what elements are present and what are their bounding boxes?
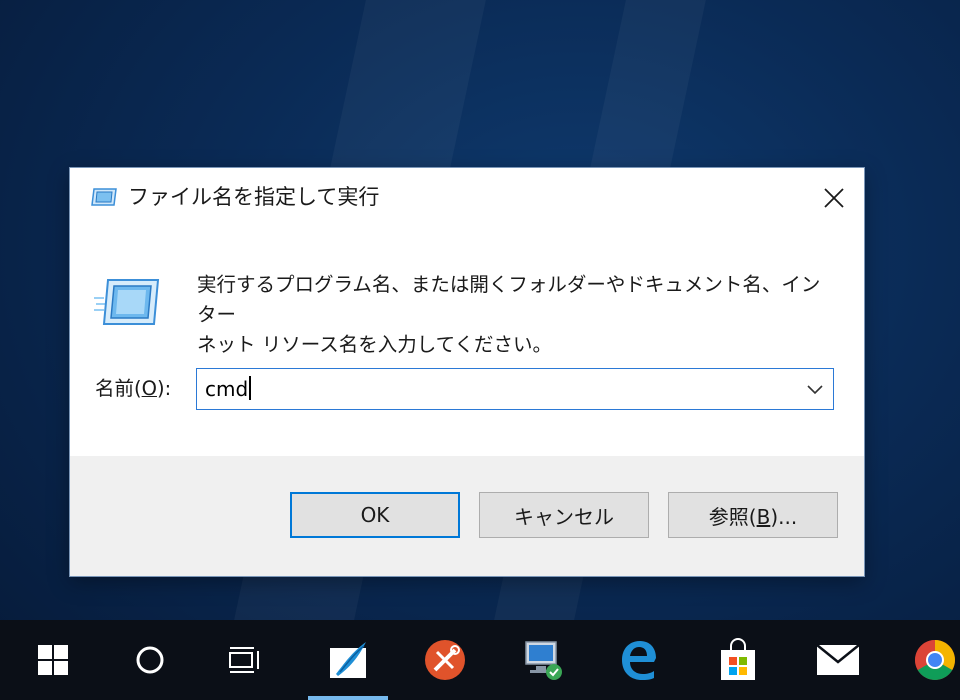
taskbar-app-edge[interactable] xyxy=(598,620,678,700)
task-view-button[interactable] xyxy=(210,620,280,700)
command-value: cmd xyxy=(205,377,249,401)
title-bar[interactable]: ファイル名を指定して実行 xyxy=(70,168,864,228)
close-icon xyxy=(824,188,844,208)
taskbar-app-store[interactable] xyxy=(698,620,778,700)
close-button[interactable] xyxy=(804,168,864,228)
start-button[interactable] xyxy=(18,620,88,700)
tools-icon xyxy=(425,640,465,680)
description-line: 実行するプログラム名、または開くフォルダーやドキュメント名、インター xyxy=(197,273,821,326)
edge-icon xyxy=(622,641,656,680)
feather-icon xyxy=(330,642,366,678)
store-icon xyxy=(721,638,755,680)
dialog-footer: OK キャンセル 参照(B)... xyxy=(70,456,864,576)
chevron-down-icon[interactable] xyxy=(805,381,825,397)
taskbar-app-feather[interactable] xyxy=(308,620,388,700)
dialog-title: ファイル名を指定して実行 xyxy=(128,185,380,209)
ok-button[interactable]: OK xyxy=(290,492,460,538)
taskbar-app-tools[interactable] xyxy=(405,620,485,700)
taskbar xyxy=(0,620,960,700)
active-indicator xyxy=(308,696,388,700)
browse-accesskey: B xyxy=(756,504,771,529)
command-input[interactable]: cmd xyxy=(205,375,251,403)
name-label-prefix: 名前( xyxy=(95,377,142,400)
text-caret xyxy=(249,376,251,400)
description-line: ネット リソース名を入力してください。 xyxy=(197,333,553,356)
run-program-icon xyxy=(94,276,160,328)
name-label: 名前(O): xyxy=(95,376,171,402)
circle-icon xyxy=(136,646,164,674)
browse-button-label: 参照(B)... xyxy=(709,501,797,530)
dialog-description: 実行するプログラム名、または開くフォルダーやドキュメント名、インター ネット リ… xyxy=(197,270,837,360)
name-label-suffix: ): xyxy=(156,377,172,400)
browse-prefix: 参照( xyxy=(708,504,757,529)
mail-icon xyxy=(816,644,860,675)
task-view-icon xyxy=(229,647,259,673)
run-icon xyxy=(90,187,118,207)
taskbar-app-network[interactable] xyxy=(503,620,583,700)
windows-logo-icon xyxy=(38,645,68,675)
cancel-button-label: キャンセル xyxy=(514,504,614,529)
ok-button-label: OK xyxy=(360,503,390,527)
taskbar-app-mail[interactable] xyxy=(798,620,878,700)
chrome-icon xyxy=(915,640,955,680)
name-label-accesskey: O xyxy=(141,377,157,400)
taskbar-app-chrome[interactable] xyxy=(895,620,960,700)
browse-suffix: )... xyxy=(770,504,798,529)
search-button[interactable] xyxy=(115,620,185,700)
run-dialog: ファイル名を指定して実行 実行するプログラム名、または開くフォルダーやドキュメン… xyxy=(70,168,864,576)
command-combobox[interactable]: cmd xyxy=(196,368,834,410)
browse-button[interactable]: 参照(B)... xyxy=(668,492,838,538)
cancel-button[interactable]: キャンセル xyxy=(479,492,649,538)
network-computer-icon xyxy=(525,641,562,680)
